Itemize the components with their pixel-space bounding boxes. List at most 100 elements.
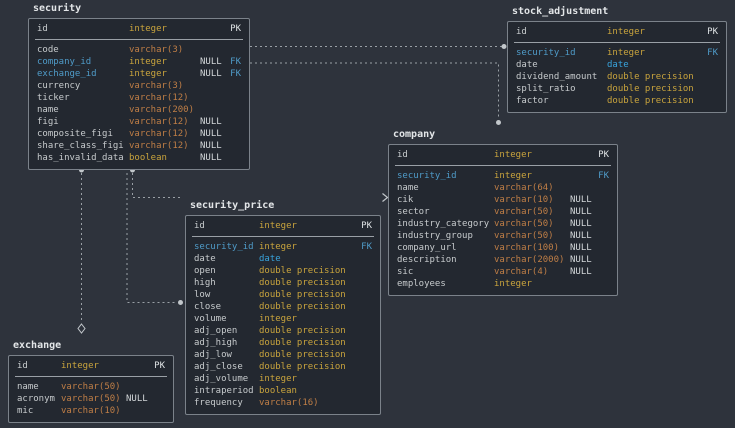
column-row-security_id[interactable]: security_id integer FK (397, 170, 609, 182)
column-row-close[interactable]: close double precision (194, 301, 372, 313)
table-security_price[interactable]: security_price id integer PK security_id inte… (185, 200, 381, 415)
table-box: id integer PK name varchar(50) acronym varchar… (8, 355, 174, 423)
column-nullable (570, 278, 609, 290)
column-nullable (359, 337, 372, 349)
column-row-currency[interactable]: currency varchar(3) (37, 80, 241, 92)
column-name: volume (194, 314, 227, 324)
column-type: integer (61, 361, 99, 371)
column-type: boolean (129, 153, 167, 163)
table-exchange[interactable]: exchange id integer PK name varchar(50) acrony… (8, 340, 174, 423)
table-title[interactable]: exchange (13, 340, 174, 352)
column-row-name[interactable]: name varchar(64) (397, 182, 609, 194)
column-name: currency (37, 81, 81, 91)
column-row-factor[interactable]: factor double precision (516, 95, 718, 107)
column-row-date[interactable]: date date (194, 253, 372, 265)
column-row-description[interactable]: description varchar(2000) NULL (397, 254, 609, 266)
column-row-volume[interactable]: volume integer (194, 313, 372, 325)
column-row-adj_close[interactable]: adj_close double precision (194, 361, 372, 373)
column-row-has_invalid_data[interactable]: has_invalid_data boolean NULL (37, 152, 241, 164)
column-row-date[interactable]: date date (516, 59, 718, 71)
column-row-cik[interactable]: cik varchar(10) NULL (397, 194, 609, 206)
column-row-id[interactable]: id integer PK (194, 220, 372, 232)
column-type: boolean (259, 386, 297, 396)
column-row-code[interactable]: code varchar(3) (37, 44, 241, 56)
column-row-company_url[interactable]: company_url varchar(100) NULL (397, 242, 609, 254)
column-row-adj_low[interactable]: adj_low double precision (194, 349, 372, 361)
column-row-dividend_amount[interactable]: dividend_amount double precision (516, 71, 718, 83)
table-box: id integer PK code varchar(3) company_id integ… (28, 18, 250, 170)
column-row-ticker[interactable]: ticker varchar(12) (37, 92, 241, 104)
column-name: intraperiod (194, 386, 254, 396)
column-nullable (200, 44, 241, 56)
column-row-name[interactable]: name varchar(200) (37, 104, 241, 116)
column-nullable (703, 83, 718, 95)
table-title[interactable]: security (33, 3, 250, 15)
column-type: double precision (259, 350, 346, 360)
column-type: varchar(2000) (494, 255, 565, 265)
column-type: integer (129, 24, 167, 34)
column-key: FK (707, 48, 718, 58)
column-name: date (516, 60, 538, 70)
column-row-high[interactable]: high double precision (194, 277, 372, 289)
table-title[interactable]: security_price (190, 200, 381, 212)
table-header: id integer PK (389, 145, 617, 165)
column-row-security_id[interactable]: security_id integer FK (194, 241, 372, 253)
column-type: date (607, 60, 629, 70)
column-row-share_class_figi[interactable]: share_class_figi varchar(12) NULL (37, 140, 241, 152)
column-row-security_id[interactable]: security_id integer FK (516, 47, 718, 59)
column-key: PK (361, 221, 372, 231)
column-row-adj_high[interactable]: adj_high double precision (194, 337, 372, 349)
table-title[interactable]: company (393, 129, 618, 141)
column-row-acronym[interactable]: acronym varchar(50) NULL (17, 393, 165, 405)
column-row-industry_group[interactable]: industry_group varchar(50) NULL (397, 230, 609, 242)
column-row-figi[interactable]: figi varchar(12) NULL (37, 116, 241, 128)
column-row-composite_figi[interactable]: composite_figi varchar(12) NULL (37, 128, 241, 140)
column-nullable (359, 397, 372, 409)
edge-diamond-marker (77, 323, 86, 334)
column-name: sector (397, 207, 430, 217)
column-nullable (200, 80, 241, 92)
column-row-split_ratio[interactable]: split_ratio double precision (516, 83, 718, 95)
column-name: company_id (37, 57, 92, 67)
column-row-adj_open[interactable]: adj_open double precision (194, 325, 372, 337)
column-type: varchar(12) (129, 141, 189, 151)
column-name: code (37, 45, 59, 55)
column-row-open[interactable]: open double precision (194, 265, 372, 277)
column-row-frequency[interactable]: frequency varchar(16) (194, 397, 372, 409)
table-title[interactable]: stock_adjustment (512, 6, 727, 18)
erd-canvas[interactable]: security id integer PK code varchar(3) company… (0, 0, 735, 428)
column-type: date (259, 254, 281, 264)
column-name: has_invalid_data (37, 153, 124, 163)
column-row-employees[interactable]: employees integer (397, 278, 609, 290)
table-stock_adjustment[interactable]: stock_adjustment id integer PK security_id in… (507, 6, 727, 113)
column-type: integer (259, 221, 297, 231)
table-security[interactable]: security id integer PK code varchar(3) company… (28, 3, 250, 170)
column-row-id[interactable]: id integer PK (516, 26, 718, 38)
column-nullable (359, 277, 372, 289)
column-type: double precision (259, 290, 346, 300)
column-row-industry_category[interactable]: industry_category varchar(50) NULL (397, 218, 609, 230)
column-nullable (200, 92, 241, 104)
column-row-mic[interactable]: mic varchar(10) (17, 405, 165, 417)
table-box: id integer PK security_id integer FK date date o… (185, 215, 381, 415)
column-nullable: NULL (570, 255, 592, 265)
column-type: double precision (259, 266, 346, 276)
column-row-sector[interactable]: sector varchar(50) NULL (397, 206, 609, 218)
column-row-adj_volume[interactable]: adj_volume integer (194, 373, 372, 385)
column-nullable (570, 182, 609, 194)
column-nullable (126, 405, 165, 417)
column-row-exchange_id[interactable]: exchange_id integer NULL FK (37, 68, 241, 80)
column-nullable: NULL (570, 195, 592, 205)
column-row-intraperiod[interactable]: intraperiod boolean (194, 385, 372, 397)
column-row-sic[interactable]: sic varchar(4) NULL (397, 266, 609, 278)
column-row-id[interactable]: id integer PK (37, 23, 241, 35)
column-nullable (359, 253, 372, 265)
column-type: integer (494, 171, 532, 181)
column-row-id[interactable]: id integer PK (397, 149, 609, 161)
table-company[interactable]: company id integer PK security_id integer FK na… (388, 129, 618, 296)
column-row-low[interactable]: low double precision (194, 289, 372, 301)
column-row-name[interactable]: name varchar(50) (17, 381, 165, 393)
column-row-company_id[interactable]: company_id integer NULL FK (37, 56, 241, 68)
column-row-id[interactable]: id integer PK (17, 360, 165, 372)
column-nullable: NULL (200, 117, 222, 127)
